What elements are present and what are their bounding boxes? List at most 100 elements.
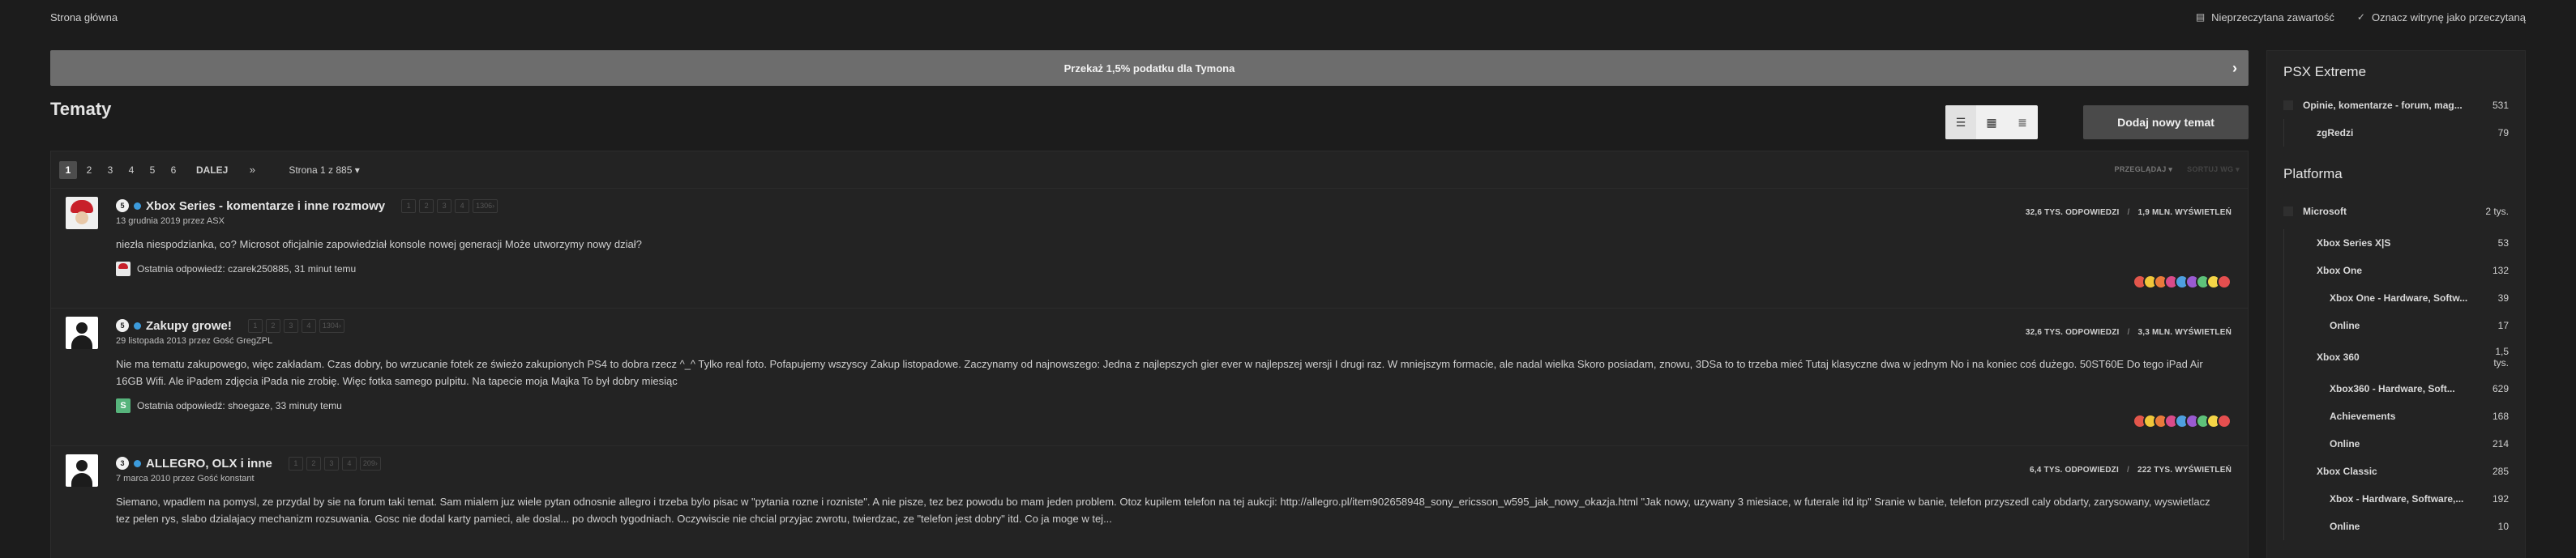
new-topic-button[interactable]: Dodaj nowy temat [2083, 105, 2249, 139]
page-link[interactable]: 2 [80, 161, 98, 179]
topic-page-link[interactable]: 1 [288, 456, 303, 471]
sidebar-item-count: 10 [2497, 521, 2509, 532]
topic-page-link[interactable]: 3 [323, 456, 339, 471]
topic-page-link[interactable]: 4 [341, 456, 357, 471]
topic-page-link[interactable]: 1304› [319, 318, 344, 333]
topic-page-link[interactable]: 3 [437, 198, 452, 213]
sidebar-forum-item[interactable]: Xbox Classic 285 [2283, 458, 2509, 485]
topic-pages: 1 2 3 4 209› [288, 456, 381, 471]
topic-pages: 1 2 3 4 1304› [247, 318, 344, 333]
sidebar-forum-item[interactable]: Xbox - Hardware, Software,... 192 [2283, 485, 2509, 513]
topic-page-link[interactable]: 3 [283, 318, 298, 333]
pagination: 1 2 3 4 5 6 DALEJ » Strona 1 z 885 ▾ PRZ… [51, 151, 2248, 189]
sidebar-item-label: zgRedzi [2317, 127, 2354, 138]
topic-page-link[interactable]: 2 [265, 318, 280, 333]
browse-filter-label: PRZEGLĄDAJ [2114, 165, 2167, 173]
sidebar-item-label: Online [2330, 438, 2360, 449]
topic-title[interactable]: Xbox Series - komentarze i inne rozmowy [146, 199, 385, 213]
topic-title[interactable]: ALLEGRO, OLX i inne [146, 457, 272, 471]
sidebar-item-label: Xbox360 - Hardware, Soft... [2330, 383, 2455, 394]
grid-view-icon[interactable]: ▦ [1976, 105, 2007, 139]
topic-row[interactable]: 5 Xbox Series - komentarze i inne rozmow… [51, 189, 2248, 309]
browse-filter-dropdown[interactable]: PRZEGLĄDAJ ▾ [2115, 165, 2173, 174]
topic-page-link[interactable]: 2 [306, 456, 321, 471]
title-row: Tematy ☰ ▦ ≣ Dodaj nowy temat [50, 96, 2249, 146]
sidebar-forum-item[interactable]: Achievements 168 [2283, 403, 2509, 430]
unread-content-link[interactable]: ▤ Nieprzeczytana zawartość [2196, 11, 2334, 23]
topic-snippet: Nie ma tematu zakupowego, więc zakładam.… [116, 358, 2203, 387]
topic-meta: 13 grudnia 2019 przez ASX [116, 216, 225, 226]
top-bar: Strona główna ▤ Nieprzeczytana zawartość… [50, 6, 2526, 28]
sidebar-forum-item[interactable]: Xbox360 - Hardware, Soft... 629 [2283, 375, 2509, 403]
sidebar-item-count: 39 [2497, 292, 2509, 304]
unread-dot-icon [134, 202, 141, 210]
topic-header: 3 ALLEGRO, OLX i inne 1 2 3 4 209› [116, 454, 2232, 472]
page-link[interactable]: 4 [122, 161, 140, 179]
last-reply-text[interactable]: Ostatnia odpowiedź: shoegaze, 33 minuty … [137, 400, 342, 411]
sidebar-item-left: Microsoft [2283, 206, 2347, 217]
last-reply-avatar[interactable]: S [116, 398, 131, 413]
replies-count: 32,6 TYS. ODPOWIEDZI [2025, 328, 2120, 337]
topic-row[interactable]: 3 ALLEGRO, OLX i inne 1 2 3 4 209› 7 mar… [51, 446, 2248, 558]
page-link[interactable]: 6 [165, 161, 182, 179]
sidebar-forum-item[interactable]: Microsoft 2 tys. [2283, 194, 2509, 229]
topic-page-link[interactable]: 1 [247, 318, 263, 333]
sidebar-item-label: Xbox - Hardware, Software,... [2330, 493, 2464, 505]
reactions [2133, 414, 2232, 428]
topic-page-link[interactable]: 4 [301, 318, 316, 333]
document-icon: ▤ [2195, 11, 2206, 23]
topic-page-link[interactable]: 1 [401, 198, 417, 213]
sidebar-forum-item[interactable]: Online 214 [2283, 430, 2509, 458]
sidebar-forum-item[interactable]: Opinie, komentarze - forum, mag... 531 [2283, 92, 2509, 119]
main-content: Przekaż 1,5% podatku dla Tymona › Tematy… [50, 50, 2249, 558]
chevron-right-icon: › [2232, 60, 2237, 76]
page-link[interactable]: 5 [143, 161, 161, 179]
page-link[interactable]: 3 [101, 161, 119, 179]
topic-row[interactable]: 5 Zakupy growe! 1 2 3 4 1304› 29 listopa… [51, 309, 2248, 446]
last-reply-avatar[interactable] [116, 262, 131, 276]
sidebar-forum-item[interactable]: zgRedzi 79 [2283, 119, 2509, 147]
sidebar-item-count: 79 [2497, 127, 2509, 138]
avatar[interactable] [66, 197, 98, 229]
unread-dot-icon [134, 459, 141, 467]
list-view-icon[interactable]: ☰ [1945, 105, 1976, 139]
topic-title[interactable]: Zakupy growe! [146, 319, 232, 333]
topic-page-link[interactable]: 2 [419, 198, 434, 213]
avatar[interactable] [66, 454, 98, 487]
sidebar-item-count: 132 [2492, 265, 2509, 276]
breadcrumb-home[interactable]: Strona główna [50, 11, 118, 23]
topic-page-link[interactable]: 209› [359, 456, 381, 471]
sidebar-item-count: 192 [2492, 493, 2509, 505]
compact-view-icon[interactable]: ≣ [2007, 105, 2038, 139]
sidebar-forum-item[interactable]: Xbox One - Hardware, Softw... 39 [2283, 284, 2509, 312]
topic-rank-badge: 3 [116, 457, 129, 470]
sort-by-dropdown[interactable]: SORTUJ WG ▾ [2187, 165, 2240, 174]
topic-rank-badge: 5 [116, 319, 129, 332]
donation-banner[interactable]: Przekaż 1,5% podatku dla Tymona › [50, 50, 2249, 86]
sidebar-forum-item[interactable]: Online 17 [2283, 312, 2509, 339]
sidebar-item-label: Xbox Series X|S [2317, 237, 2391, 249]
last-reply: S Ostatnia odpowiedź: shoegaze, 33 minut… [116, 398, 2232, 414]
sidebar-item-count: 285 [2492, 466, 2509, 477]
avatar[interactable] [66, 317, 98, 349]
last-reply-text[interactable]: Ostatnia odpowiedź: czarek250885, 31 min… [137, 263, 356, 275]
mark-site-read-link[interactable]: ✓ Oznacz witrynę jako przeczytaną [2357, 11, 2526, 23]
sidebar-item-label: Xbox Classic [2317, 466, 2377, 477]
topic-page-link[interactable]: 1306› [473, 198, 499, 213]
sidebar-forum-item[interactable]: Xbox 360 1,5 tys. [2283, 339, 2509, 375]
sidebar-forum-item[interactable]: Online 10 [2283, 513, 2509, 540]
sidebar-section-title[interactable]: PSX Extreme [2283, 64, 2509, 80]
reaction-icon [2217, 275, 2232, 289]
top-actions: ▤ Nieprzeczytana zawartość ✓ Oznacz witr… [2196, 11, 2526, 23]
stats-separator: / [2127, 208, 2130, 217]
sidebar-forum-item[interactable]: Xbox Series X|S 53 [2283, 229, 2509, 257]
next-page-link[interactable]: DALEJ [192, 161, 232, 179]
page-jump-dropdown[interactable]: Strona 1 z 885 ▾ [289, 164, 359, 176]
page-link[interactable]: 1 [59, 160, 77, 179]
topic-page-link[interactable]: 4 [455, 198, 470, 213]
sidebar-item-left: Opinie, komentarze - forum, mag... [2283, 100, 2463, 111]
last-page-link[interactable]: » [243, 161, 261, 179]
forum-sidebar: PSX Extreme Opinie, komentarze - forum, … [2266, 50, 2526, 558]
sidebar-forum-item[interactable]: Xbox One 132 [2283, 257, 2509, 284]
sidebar-section-title[interactable]: Platforma [2283, 166, 2509, 182]
